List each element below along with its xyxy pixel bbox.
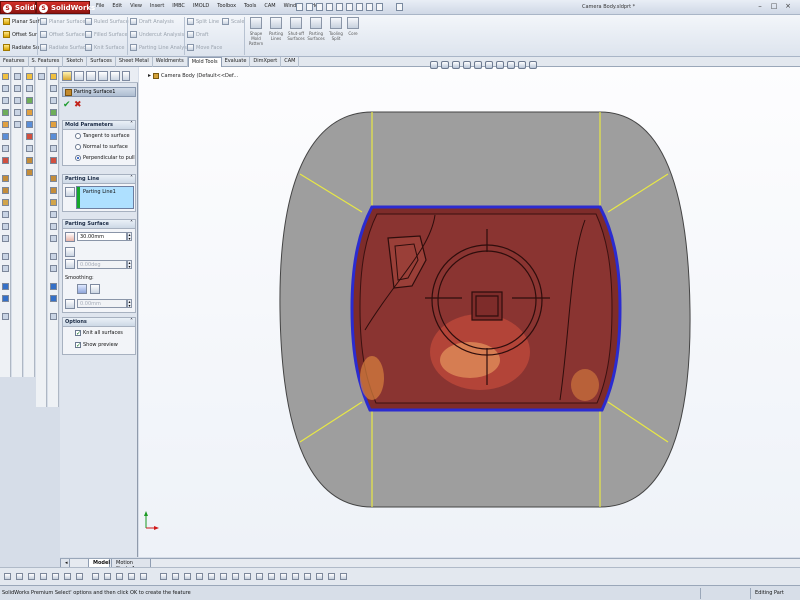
solidworks-window: S SolidW S SolidWorks File Edit View Inser… — [0, 0, 800, 600]
model-viewport[interactable] — [0, 0, 800, 600]
status-bar: SolidWorks Premium Select' options and t… — [0, 585, 800, 600]
tool-6-icon[interactable] — [64, 573, 71, 580]
tool-14-icon[interactable] — [172, 573, 179, 580]
tool-15-icon[interactable] — [184, 573, 191, 580]
tool-2-icon[interactable] — [16, 573, 23, 580]
tool-12-icon[interactable] — [140, 573, 147, 580]
tool-16-icon[interactable] — [196, 573, 203, 580]
tool-23-icon[interactable] — [280, 573, 287, 580]
part-highlight — [360, 356, 384, 400]
status-mode: Editing Part — [755, 590, 784, 596]
tool-25-icon[interactable] — [304, 573, 311, 580]
status-divider — [700, 588, 701, 599]
tool-5-icon[interactable] — [52, 573, 59, 580]
tool-7-icon[interactable] — [76, 573, 83, 580]
tool-1-icon[interactable] — [4, 573, 11, 580]
tool-9-icon[interactable] — [104, 573, 111, 580]
tool-24-icon[interactable] — [292, 573, 299, 580]
tool-18-icon[interactable] — [220, 573, 227, 580]
tool-19-icon[interactable] — [232, 573, 239, 580]
model-tabs: ◂ Model Motion Study 1 — [60, 558, 800, 572]
tool-20-icon[interactable] — [244, 573, 251, 580]
tool-11-icon[interactable] — [128, 573, 135, 580]
tool-22-icon[interactable] — [268, 573, 275, 580]
status-divider — [750, 588, 751, 599]
bottom-toolbar — [0, 567, 800, 585]
tool-10-icon[interactable] — [116, 573, 123, 580]
tool-13-icon[interactable] — [160, 573, 167, 580]
tool-21-icon[interactable] — [256, 573, 263, 580]
tool-28-icon[interactable] — [340, 573, 347, 580]
part-highlight — [571, 369, 599, 401]
coordinate-triad — [144, 511, 159, 530]
tool-4-icon[interactable] — [40, 573, 47, 580]
part-highlight — [440, 342, 500, 378]
status-message: SolidWorks Premium Select' options and t… — [2, 590, 191, 596]
tool-3-icon[interactable] — [28, 573, 35, 580]
tool-26-icon[interactable] — [316, 573, 323, 580]
tool-8-icon[interactable] — [92, 573, 99, 580]
tool-17-icon[interactable] — [208, 573, 215, 580]
tool-27-icon[interactable] — [328, 573, 335, 580]
